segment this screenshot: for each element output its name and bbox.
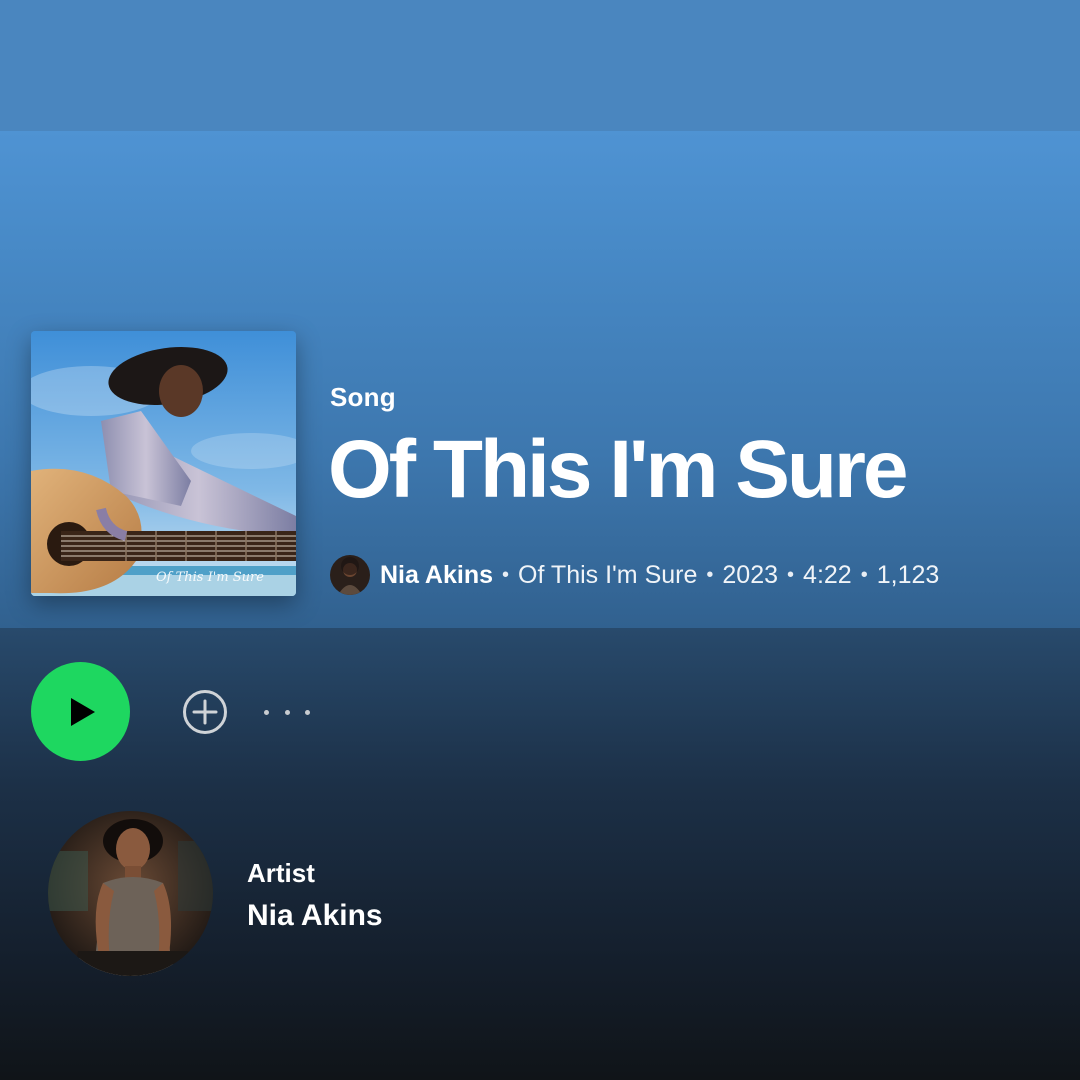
more-dots-icon [305, 709, 310, 715]
cover-script-text: Of This I'm Sure [156, 570, 264, 585]
song-type-label: Song [330, 382, 396, 412]
duration: 4:22 [803, 560, 852, 589]
separator-dot: • [502, 563, 510, 586]
artist-section-label: Artist [247, 858, 315, 888]
top-bar [0, 0, 1080, 131]
more-options-button[interactable] [264, 696, 310, 728]
add-to-library-button[interactable] [181, 688, 229, 736]
more-dots-icon [264, 709, 269, 715]
artist-mini-avatar[interactable] [330, 555, 370, 595]
more-dots-icon [284, 709, 290, 715]
plus-circle-icon [183, 690, 227, 734]
separator-dot: • [787, 563, 795, 586]
play-icon [70, 697, 95, 726]
song-meta: Nia Akins • Of This I'm Sure • 2023 • 4:… [330, 553, 939, 597]
play-button[interactable] [31, 662, 130, 761]
release-year: 2023 [722, 560, 779, 589]
artist-link[interactable]: Nia Akins [380, 561, 493, 590]
song-title: Of This I'm Sure [328, 424, 908, 515]
separator-dot: • [860, 563, 868, 586]
play-count: 1,123 [876, 560, 940, 589]
artist-name[interactable]: Nia Akins [247, 899, 383, 933]
album-link[interactable]: Of This I'm Sure [518, 561, 697, 590]
artist-avatar[interactable] [48, 811, 213, 976]
separator-dot: • [706, 563, 714, 586]
album-cover: Of This I'm Sure [31, 331, 296, 596]
